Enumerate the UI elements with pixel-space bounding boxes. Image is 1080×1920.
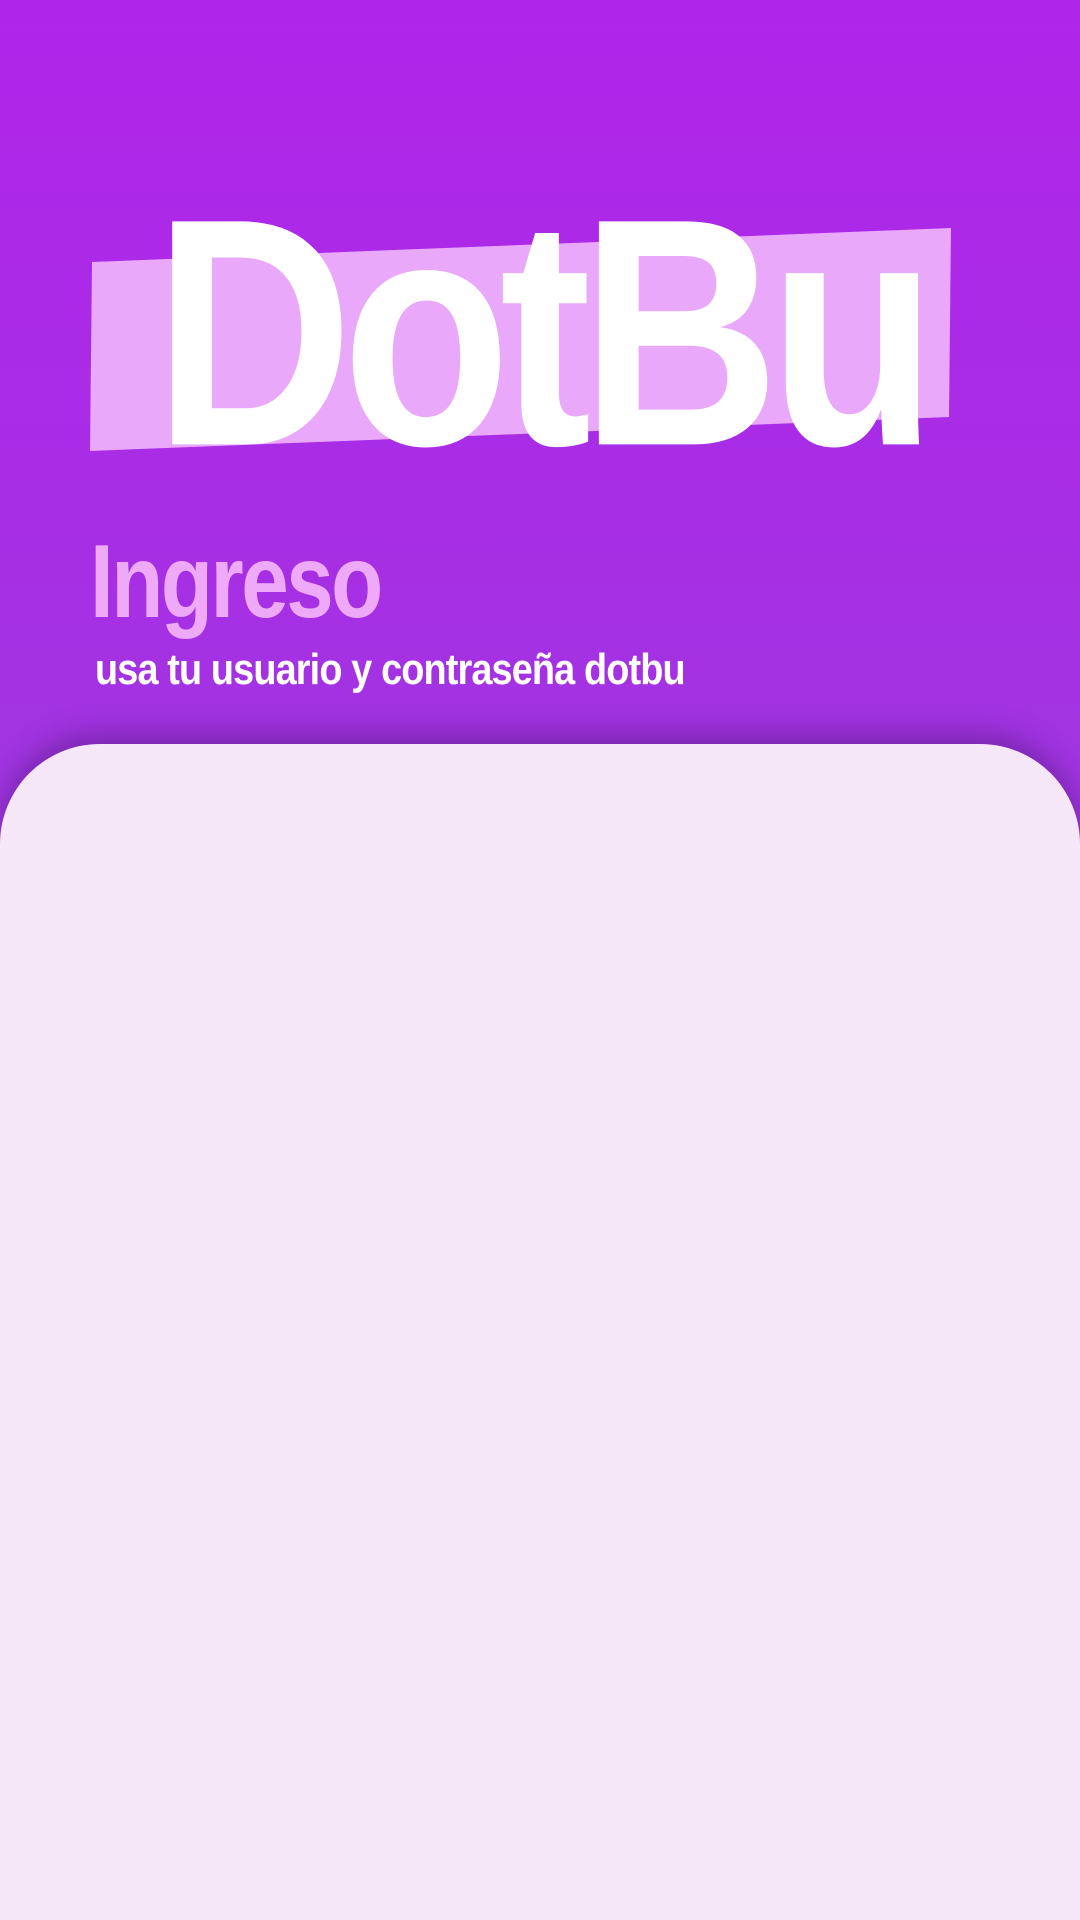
login-card <box>0 744 1080 1920</box>
header: DotBu Ingreso usa tu usuario y contraseñ… <box>0 0 1080 745</box>
logo: DotBu <box>0 0 1080 500</box>
logo-text: DotBu <box>153 150 938 514</box>
page-title: Ingreso <box>90 524 383 640</box>
page-subtitle: usa tu usuario y contraseña dotbu <box>95 645 686 694</box>
